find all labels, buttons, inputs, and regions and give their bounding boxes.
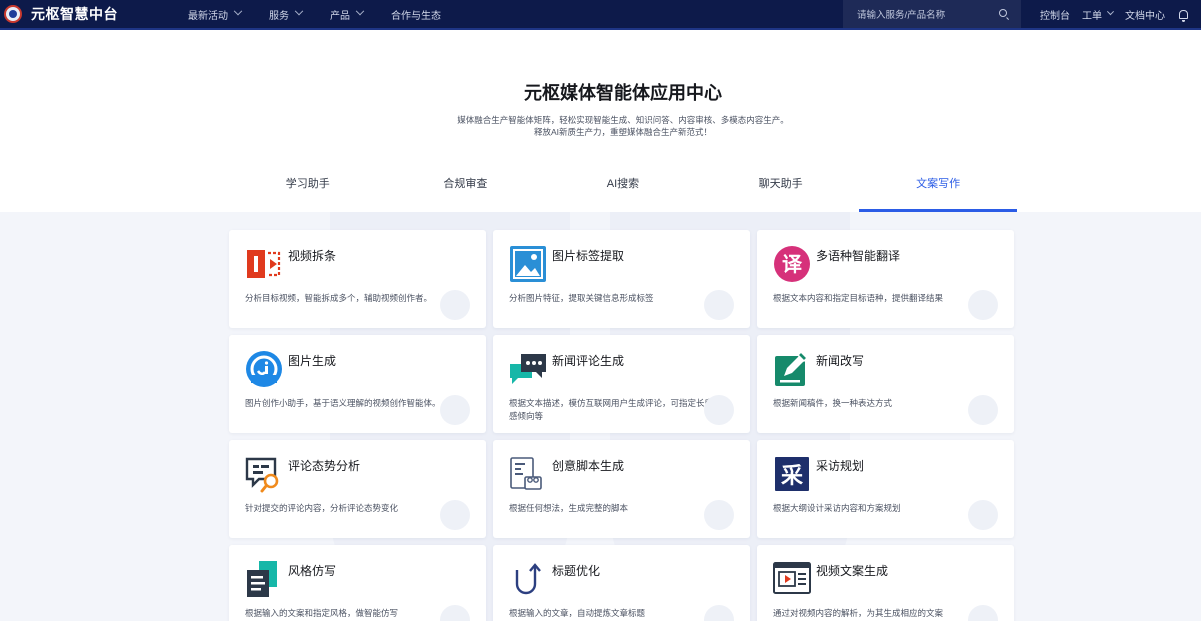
right-nav: 控制台 工单 文档中心: [1040, 0, 1188, 28]
agent-card[interactable]: 图片标签提取 分析图片特征，提取关键信息形成标签: [493, 230, 750, 328]
agent-card[interactable]: 采 采访规划 根据大纲设计采访内容和方案规划: [757, 440, 1014, 538]
agent-card[interactable]: 译 多语种智能翻译 根据文本内容和指定目标语种，提供翻译结果: [757, 230, 1014, 328]
card-description: 根据新闻稿件，换一种表达方式: [773, 398, 893, 408]
video-split-icon: [247, 250, 281, 278]
comment-analysis-icon: [245, 457, 279, 493]
card-title: 创意脚本生成: [552, 459, 625, 473]
image-generate-icon: [246, 351, 282, 387]
image-tag-icon: [510, 246, 546, 282]
logo-emblem-icon: [4, 5, 22, 23]
page-title: 元枢媒体智能体应用中心: [524, 83, 722, 103]
chevron-down-icon: [294, 6, 304, 16]
card-description: 根据输入的文章，自动提炼文章标题: [509, 608, 646, 618]
card-description: 根据输入的文案和指定风格，做智能仿写: [245, 608, 399, 618]
nav-item-services[interactable]: 服务: [269, 6, 304, 22]
card-title: 标题优化: [552, 564, 601, 578]
search-placeholder: 请输入服务/产品名称: [857, 10, 946, 21]
card-title: 风格仿写: [288, 564, 337, 578]
card-title: 采访规划: [816, 459, 865, 473]
news-comment-icon: [510, 354, 546, 384]
card-description: 通过对视频内容的解析，为其生成相应的文案: [773, 608, 944, 618]
tickets-label: 工单: [1082, 10, 1102, 22]
agent-card[interactable]: 视频文案生成 通过对视频内容的解析，为其生成相应的文案: [757, 545, 1014, 621]
video-copy-icon: [773, 562, 811, 594]
card-description: 分析目标视频，智能拆成多个，辅助视频创作者。: [245, 293, 433, 303]
search-input[interactable]: 请输入服务/产品名称: [843, 0, 1021, 28]
card-description: 针对提交的评论内容，分析评论态势变化: [245, 503, 399, 513]
page-description: 释放AI新质生产力，重塑媒体融合生产新范式！: [533, 127, 713, 137]
interview-plan-icon: 采: [775, 457, 809, 491]
news-rewrite-icon: [775, 350, 809, 386]
nav-item-partners[interactable]: 合作与生态: [391, 7, 441, 22]
nav-item-label: 合作与生态: [391, 10, 441, 22]
title-optimize-icon: [515, 563, 541, 595]
top-navbar: 元枢智慧中台 最新活动 服务 产品 合作与生态 请输入服务/产品名称 控制台 工…: [0, 0, 1201, 30]
agent-card[interactable]: 风格仿写 根据输入的文案和指定风格，做智能仿写: [229, 545, 486, 621]
agent-card[interactable]: 标题优化 根据输入的文章，自动提炼文章标题: [493, 545, 750, 621]
chevron-down-icon: [233, 6, 243, 16]
card-title: 视频文案生成: [816, 564, 889, 578]
nav-item-latest[interactable]: 最新活动: [188, 6, 243, 22]
translate-icon: 译: [774, 246, 810, 282]
card-title: 图片标签提取: [552, 249, 625, 263]
tab-compliance[interactable]: 合规审查: [387, 160, 545, 212]
app-title: 元枢智慧中台: [31, 6, 118, 22]
logo[interactable]: 元枢智慧中台: [4, 4, 118, 24]
agent-list-area: 视频拆条 分析目标视频，智能拆成多个，辅助视频创作者。 图片标签提取 分析图片特…: [0, 212, 1201, 621]
tickets-menu[interactable]: 工单: [1082, 7, 1115, 22]
agent-card[interactable]: 图片生成 图片创作小助手，基于语义理解的视频创作智能体。: [229, 335, 486, 433]
agent-card[interactable]: 创意脚本生成 根据任何想法，生成完整的脚本: [493, 440, 750, 538]
nav-item-products[interactable]: 产品: [330, 6, 365, 22]
script-generate-icon: [510, 457, 542, 490]
agent-card[interactable]: 新闻评论生成 根据文本描述，模仿互联网用户生成评论，可指定长度、情感倾向等: [493, 335, 750, 433]
bell-icon[interactable]: [1179, 9, 1188, 22]
agent-card[interactable]: 视频拆条 分析目标视频，智能拆成多个，辅助视频创作者。: [229, 230, 486, 328]
chevron-down-icon: [1106, 7, 1115, 15]
nav-item-label: 服务: [269, 10, 289, 22]
card-title: 新闻评论生成: [552, 354, 625, 368]
style-imitate-icon: [247, 561, 277, 597]
console-link[interactable]: 控制台: [1040, 7, 1070, 22]
tab-ai-search[interactable]: AI搜索: [544, 160, 702, 212]
main-nav: 最新活动 服务 产品 合作与生态: [188, 0, 469, 28]
card-title: 新闻改写: [816, 354, 865, 368]
tab-learning[interactable]: 学习助手: [229, 160, 387, 212]
svg-text:译: 译: [782, 252, 803, 276]
card-description: 根据任何想法，生成完整的脚本: [509, 503, 629, 513]
card-description: 根据文本内容和指定目标语种，提供翻译结果: [773, 293, 944, 303]
card-description: 分析图片特征，提取关键信息形成标签: [509, 293, 654, 303]
agent-card[interactable]: 新闻改写 根据新闻稿件，换一种表达方式: [757, 335, 1014, 433]
card-description: 图片创作小助手，基于语义理解的视频创作智能体。: [245, 398, 441, 408]
card-title: 图片生成: [288, 354, 337, 368]
nav-item-label: 产品: [330, 10, 350, 22]
card-description: 根据文本描述，模仿互联网用户生成评论，可指定长度、情感倾向等: [509, 398, 731, 421]
page-description: 媒体融合生产智能体矩阵，轻松实现智能生成、知识问答、内容审核、多模态内容生产。: [457, 115, 789, 125]
tab-copywriting[interactable]: 文案写作: [859, 160, 1017, 212]
search-icon[interactable]: [999, 9, 1007, 17]
card-description: 根据大纲设计采访内容和方案规划: [773, 503, 901, 513]
nav-item-label: 最新活动: [188, 10, 228, 22]
category-tabs: 学习助手 合规审查 AI搜索 聊天助手 文案写作: [229, 160, 1017, 212]
chevron-down-icon: [355, 6, 365, 16]
docs-link[interactable]: 文档中心: [1125, 7, 1165, 22]
agent-card[interactable]: 评论态势分析 针对提交的评论内容，分析评论态势变化: [229, 440, 486, 538]
card-title: 视频拆条: [288, 249, 337, 263]
card-title: 评论态势分析: [288, 459, 361, 473]
card-title: 多语种智能翻译: [816, 249, 901, 263]
tab-chat[interactable]: 聊天助手: [702, 160, 860, 212]
svg-text:采: 采: [781, 464, 803, 489]
